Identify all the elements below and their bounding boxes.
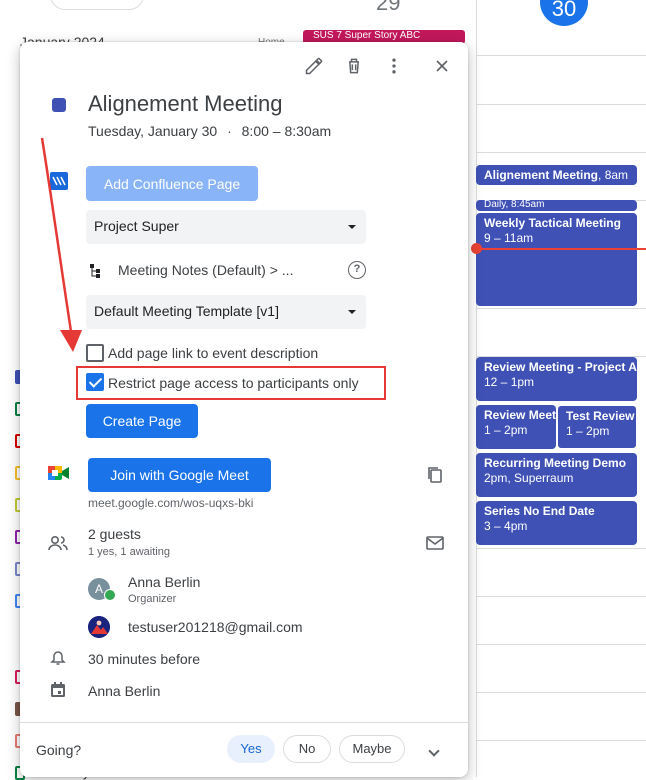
grid-line	[476, 308, 646, 309]
copy-icon[interactable]	[426, 466, 444, 484]
event-title: Review Meeting - Project A	[484, 360, 637, 374]
guest-role: Organizer	[128, 593, 177, 605]
event-chip[interactable]: Series No End Date 3 – 4pm	[476, 501, 637, 545]
guests-summary: 1 yes, 1 awaiting	[88, 546, 170, 558]
event-title: Weekly Tactical Meeting	[484, 216, 621, 230]
guest-name: Anna Berlin	[128, 574, 201, 590]
grid-line	[476, 740, 646, 741]
template-select[interactable]: Default Meeting Template [v1]	[86, 295, 366, 329]
grid-line	[476, 548, 646, 549]
calendar-list-strip	[0, 0, 25, 780]
guests-count: 2 guests	[88, 526, 141, 542]
event-title: Test Review M	[566, 409, 636, 423]
template-select-value: Default Meeting Template [v1]	[94, 303, 279, 319]
bell-icon	[50, 651, 66, 665]
add-confluence-page-button[interactable]: Add Confluence Page	[86, 166, 258, 201]
space-select[interactable]: Project Super	[86, 210, 366, 244]
add-page-link-checkbox[interactable]	[86, 344, 104, 362]
help-icon[interactable]: ?	[348, 261, 366, 279]
rsvp-footer: Going? Yes No Maybe	[20, 722, 468, 777]
create-page-button[interactable]: Create Page	[86, 404, 198, 438]
reminder-text: 30 minutes before	[88, 651, 201, 667]
close-icon[interactable]	[432, 56, 452, 76]
event-datetime: Tuesday, January 30 · 8:00 – 8:30am	[88, 123, 331, 139]
calendar-owner: Anna Berlin	[88, 683, 161, 699]
accepted-check-icon	[104, 589, 116, 601]
rsvp-maybe-button[interactable]: Maybe	[339, 735, 405, 763]
day-30-number[interactable]: 30	[540, 0, 588, 26]
meet-link[interactable]: meet.google.com/wos-uqxs-bki	[88, 496, 253, 510]
parent-page-path[interactable]: Meeting Notes (Default) > ...	[118, 262, 293, 278]
event-chip[interactable]: Alignement Meeting, 8am	[476, 165, 637, 185]
event-title: Review Meeting	[484, 408, 556, 422]
grid-line	[476, 644, 646, 645]
datetime-separator: ·	[227, 123, 232, 139]
join-google-meet-button[interactable]: Join with Google Meet	[88, 458, 271, 492]
event-date: Tuesday, January 30	[88, 123, 218, 139]
event-title: Daily	[484, 200, 506, 210]
event-title: Alignement Meeting	[484, 168, 599, 182]
event-time: 8:00 – 8:30am	[241, 123, 332, 139]
event-detail-popup: Alignement Meeting Tuesday, January 30 ·…	[20, 42, 468, 777]
confluence-icon	[50, 172, 68, 190]
email-guests-icon[interactable]	[426, 536, 444, 550]
more-options-icon[interactable]	[384, 56, 404, 76]
grid-line	[476, 104, 646, 105]
guests-icon	[48, 535, 68, 551]
grid-line	[476, 55, 646, 56]
event-time: 3 – 4pm	[484, 519, 528, 533]
highlight-annotation-box	[76, 366, 386, 400]
delete-icon[interactable]	[344, 56, 364, 76]
calendar-icon	[51, 682, 65, 697]
event-chip[interactable]: Daily, 8:45am	[476, 200, 637, 211]
event-title: Recurring Meeting Demo	[484, 456, 627, 470]
event-chip[interactable]: Recurring Meeting Demo 2pm, Superraum	[476, 453, 637, 497]
going-label: Going?	[36, 742, 82, 758]
event-chip[interactable]: Weekly Tactical Meeting 9 – 11am	[476, 213, 637, 306]
event-color-swatch	[52, 98, 66, 112]
grid-line	[476, 692, 646, 693]
dropdown-caret-icon	[348, 310, 356, 314]
event-time: 1 – 2pm	[566, 424, 610, 438]
dropdown-caret-icon	[348, 225, 356, 229]
event-time: 12 – 1pm	[484, 375, 535, 389]
rsvp-yes-button[interactable]: Yes	[227, 735, 275, 763]
page-tree-icon	[90, 264, 100, 278]
grid-line	[476, 596, 646, 597]
top-left-pill[interactable]	[50, 0, 144, 10]
event-chip[interactable]: Review Meeting - Project A 12 – 1pm	[476, 357, 637, 401]
event-time: 2pm, Superraum	[484, 471, 574, 485]
chevron-down-icon[interactable]	[428, 745, 440, 757]
edit-icon[interactable]	[304, 56, 324, 76]
google-meet-icon	[48, 466, 69, 480]
event-time: 8:45am	[511, 200, 545, 210]
event-time: 1 – 2pm	[484, 423, 528, 437]
event-chip[interactable]: Test Review M1 – 2pm	[557, 405, 637, 449]
current-time-line	[476, 248, 646, 250]
event-time: 9 – 11am	[484, 231, 534, 245]
space-select-value: Project Super	[94, 218, 179, 234]
current-time-dot	[471, 243, 482, 254]
day-29-number[interactable]: 29	[376, 0, 400, 16]
event-title: Series No End Date	[484, 504, 595, 518]
event-chip[interactable]: Review Meeting1 – 2pm	[476, 405, 556, 449]
rsvp-no-button[interactable]: No	[283, 735, 331, 763]
add-page-link-label: Add page link to event description	[108, 345, 319, 361]
grid-line	[476, 152, 646, 153]
guest-name: testuser201218@gmail.com	[128, 619, 303, 635]
avatar	[88, 616, 110, 638]
event-title: Alignement Meeting	[88, 91, 283, 116]
event-time: 8am	[604, 168, 629, 182]
